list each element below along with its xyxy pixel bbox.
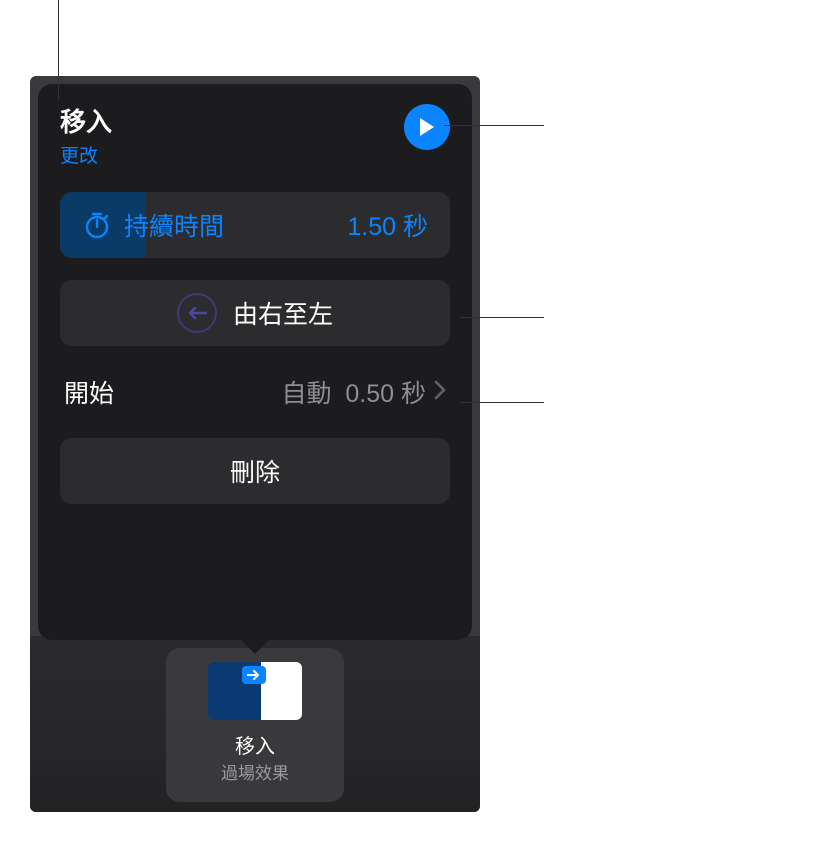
popover-header: 移入 更改 [60, 102, 450, 168]
duration-label: 持續時間 [124, 207, 224, 243]
popover-title: 移入 [60, 102, 112, 139]
start-label: 開始 [64, 374, 114, 410]
panel-frame: 移入 過場效果 移入 更改 持續時間 [30, 76, 480, 812]
play-button[interactable] [404, 104, 450, 150]
transition-popover: 移入 更改 持續時間 1.50 秒 [38, 84, 472, 640]
change-link[interactable]: 更改 [60, 141, 112, 168]
duration-value: 1.50 秒 [347, 207, 428, 243]
start-row[interactable]: 開始 自動 0.50 秒 [60, 372, 450, 412]
duration-slider[interactable]: 持續時間 1.50 秒 [60, 192, 450, 258]
chevron-right-icon [434, 380, 446, 405]
direction-button[interactable]: 由右至左 [60, 280, 450, 346]
transition-thumbnail[interactable]: 移入 過場效果 [166, 648, 344, 802]
delete-label: 刪除 [230, 453, 280, 489]
arrow-left-circle-icon [177, 293, 217, 333]
stopwatch-icon [82, 210, 112, 240]
delete-button[interactable]: 刪除 [60, 438, 450, 504]
arrow-right-icon [247, 670, 261, 680]
start-value: 自動 0.50 秒 [281, 374, 426, 410]
thumbnail-title: 移入 [235, 730, 275, 759]
thumbnail-bar: 移入 過場效果 [30, 636, 480, 812]
play-icon [418, 117, 436, 137]
direction-label: 由右至左 [233, 295, 333, 331]
transition-preview-icon [208, 662, 302, 720]
thumbnail-subtitle: 過場效果 [221, 759, 289, 784]
